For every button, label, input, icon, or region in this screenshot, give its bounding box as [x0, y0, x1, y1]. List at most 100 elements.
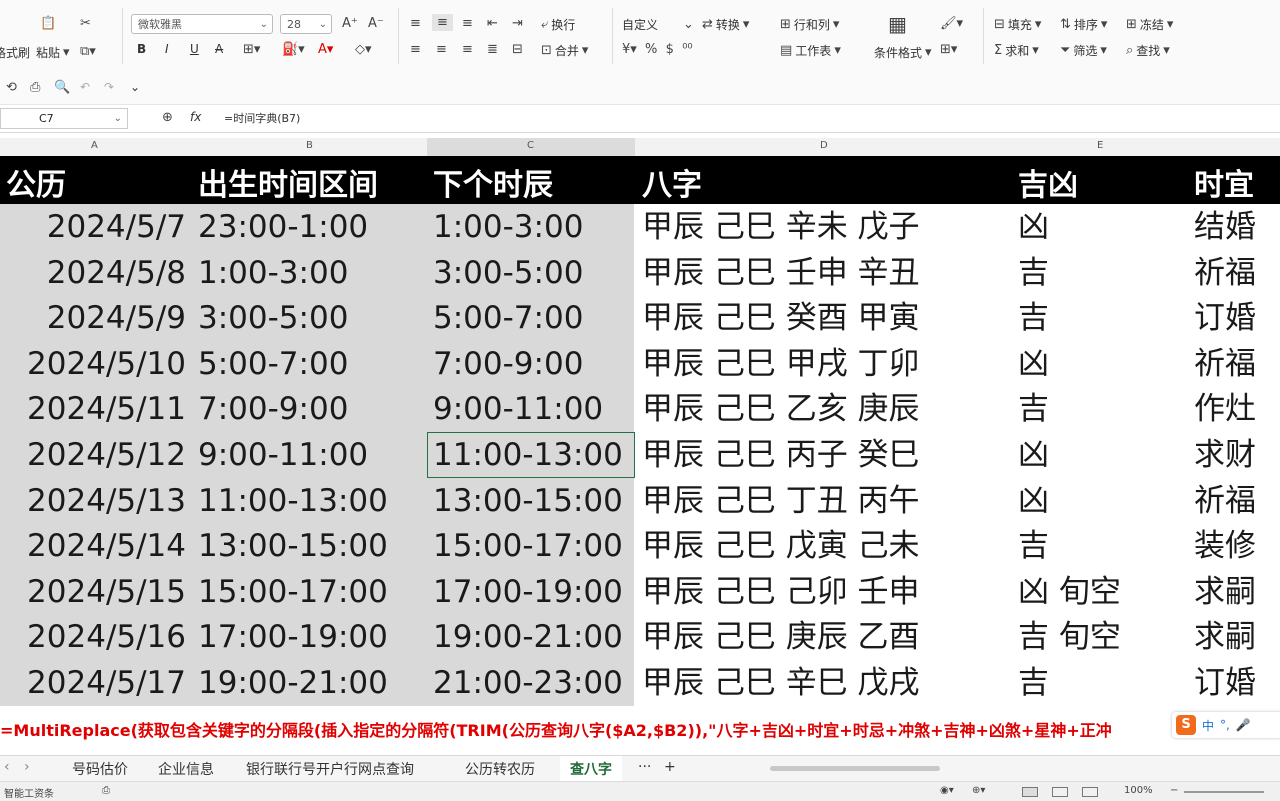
cell-time-range[interactable]: 13:00-15:00	[198, 523, 388, 569]
cell-time-range[interactable]: 3:00-5:00	[198, 295, 348, 341]
header-next-shichen[interactable]: 下个时辰	[433, 160, 553, 204]
copy-icon[interactable]: ⧉▾	[80, 44, 96, 59]
merge-button[interactable]: ⊡合并▾	[541, 42, 588, 59]
column-header-e[interactable]: E	[1097, 140, 1103, 151]
cell-style-button[interactable]: 🖌▾	[940, 16, 963, 31]
tab-lunar-convert[interactable]: 公历转农历	[465, 759, 535, 779]
increase-font-button[interactable]: A⁺	[342, 16, 358, 31]
strikethrough-button[interactable]: A	[215, 42, 223, 56]
freeze-button[interactable]: ⊞冻结▾	[1126, 16, 1173, 33]
cell-jixiong[interactable]: 吉	[1018, 295, 1049, 341]
cell-jixiong[interactable]: 凶	[1018, 204, 1049, 250]
cell-jixiong[interactable]: 凶	[1018, 341, 1049, 387]
cell-next-shichen[interactable]: 9:00-11:00	[433, 386, 603, 432]
ime-toolbar[interactable]: S 中 °, 🎤	[1172, 712, 1280, 738]
tab-scroll-left-icon[interactable]: ‹	[4, 759, 10, 775]
status-left-label[interactable]: 智能工资条	[4, 785, 54, 800]
worksheet-button[interactable]: ▤工作表▾	[780, 42, 841, 59]
cell-next-shichen[interactable]: 21:00-23:00	[433, 660, 623, 706]
align-middle-icon[interactable]: ≡	[432, 14, 453, 31]
indent-increase-icon[interactable]: ⇥	[512, 16, 523, 31]
zoom-slider[interactable]	[1184, 791, 1264, 793]
bold-button[interactable]: B	[137, 42, 146, 56]
header-shiyi[interactable]: 时宜	[1194, 160, 1254, 204]
header-bazi[interactable]: 八字	[642, 160, 702, 204]
underline-button[interactable]: U	[190, 42, 199, 56]
column-header-b[interactable]: B	[306, 140, 313, 151]
cell-jixiong[interactable]: 凶	[1018, 478, 1049, 524]
cell-time-range[interactable]: 5:00-7:00	[198, 341, 348, 387]
header-birth-range[interactable]: 出生时间区间	[198, 160, 378, 204]
paste-button[interactable]: 粘贴▾	[36, 44, 70, 61]
horizontal-scrollbar[interactable]	[770, 766, 940, 771]
cell-jixiong[interactable]: 吉	[1018, 523, 1049, 569]
justify-icon[interactable]: ≣	[487, 42, 498, 57]
cell-bazi[interactable]: 甲辰 己巳 己卯 壬申	[642, 569, 920, 615]
fill-button[interactable]: ⊟填充▾	[994, 16, 1041, 33]
cell-bazi[interactable]: 甲辰 己巳 甲戌 丁卯	[642, 341, 920, 387]
cell-date[interactable]: 2024/5/16	[27, 614, 186, 660]
cell-jixiong[interactable]: 凶 旬空	[1018, 569, 1121, 615]
column-header-c[interactable]: C	[527, 140, 534, 151]
cell-time-range[interactable]: 23:00-1:00	[198, 204, 368, 250]
cell-shiyi[interactable]: 求嗣	[1194, 569, 1256, 615]
convert-button[interactable]: ⇄转换▾	[702, 16, 749, 33]
cell-next-shichen[interactable]: 19:00-21:00	[433, 614, 623, 660]
redo-icon[interactable]: ↷	[104, 80, 114, 94]
cell-shiyi[interactable]: 祈福	[1194, 478, 1256, 524]
align-left-icon[interactable]: ≡	[410, 42, 421, 57]
align-top-icon[interactable]: ≡	[410, 16, 421, 31]
decrease-font-button[interactable]: A⁻	[368, 16, 384, 31]
add-sheet-icon[interactable]: +	[664, 759, 676, 775]
cell-next-shichen[interactable]: 5:00-7:00	[433, 295, 583, 341]
zoom-level[interactable]: 100%	[1124, 785, 1153, 796]
cell-shiyi[interactable]: 求财	[1194, 432, 1256, 478]
cell-next-shichen[interactable]: 13:00-15:00	[433, 478, 623, 524]
cell-date[interactable]: 2024/5/11	[27, 386, 186, 432]
conditional-format-button[interactable]: 条件格式▾	[874, 44, 932, 61]
align-center-icon[interactable]: ≡	[436, 42, 447, 57]
cell-shiyi[interactable]: 订婚	[1194, 660, 1256, 706]
cell-bazi[interactable]: 甲辰 己巳 丁丑 丙午	[642, 478, 920, 524]
font-size-select[interactable]: 28⌄	[280, 14, 332, 34]
header-jixiong[interactable]: 吉凶	[1018, 160, 1078, 204]
cell-time-range[interactable]: 19:00-21:00	[198, 660, 388, 706]
page-break-icon[interactable]	[1082, 787, 1098, 797]
format-painter-label[interactable]: 格式刷	[0, 44, 30, 61]
column-header-d[interactable]: D	[820, 140, 828, 151]
cell-date[interactable]: 2024/5/12	[27, 432, 186, 478]
font-name-select[interactable]: 微软雅黑⌄	[131, 14, 273, 34]
cell-shiyi[interactable]: 装修	[1194, 523, 1256, 569]
cell-time-range[interactable]: 11:00-13:00	[198, 478, 388, 524]
cell-bazi[interactable]: 甲辰 己巳 丙子 癸巳	[642, 432, 920, 478]
view-icon[interactable]: ⊕▾	[972, 785, 985, 796]
cell-shiyi[interactable]: 订婚	[1194, 295, 1256, 341]
active-cell-c7[interactable]	[427, 432, 635, 478]
cell-next-shichen[interactable]: 15:00-17:00	[433, 523, 623, 569]
tab-number-valuation[interactable]: 号码估价	[72, 759, 128, 779]
zoom-formula-icon[interactable]: ⊕	[162, 110, 173, 125]
wrap-text-button[interactable]: ⤶换行	[541, 16, 575, 33]
sum-button[interactable]: Σ求和▾	[994, 42, 1039, 59]
cell-bazi[interactable]: 甲辰 己巳 癸酉 甲寅	[642, 295, 920, 341]
cell-shiyi[interactable]: 祈福	[1194, 250, 1256, 296]
page-layout-icon[interactable]	[1052, 787, 1068, 797]
cell-bazi[interactable]: 甲辰 己巳 乙亥 庚辰	[642, 386, 920, 432]
cell-next-shichen[interactable]: 1:00-3:00	[433, 204, 583, 250]
cell-time-range[interactable]: 7:00-9:00	[198, 386, 348, 432]
formula-input[interactable]: =时间字典(B7)	[224, 110, 300, 126]
cell-jixiong[interactable]: 吉	[1018, 386, 1049, 432]
normal-view-icon[interactable]	[1022, 787, 1038, 797]
align-bottom-icon[interactable]: ≡	[462, 16, 473, 31]
number-style-buttons[interactable]: ¥▾ % $ ⁰⁰	[622, 42, 693, 57]
cell-next-shichen[interactable]: 17:00-19:00	[433, 569, 623, 615]
cell-date[interactable]: 2024/5/13	[27, 478, 186, 524]
undo-icon[interactable]: ↶	[80, 80, 90, 94]
cell-date[interactable]: 2024/5/15	[27, 569, 186, 615]
paste-icon[interactable]: 📋	[40, 16, 56, 31]
distribute-icon[interactable]: ⊟	[512, 42, 523, 57]
cell-date[interactable]: 2024/5/17	[27, 660, 186, 706]
print-icon[interactable]: ⎙	[30, 80, 40, 95]
cell-bazi[interactable]: 甲辰 己巳 壬申 辛丑	[642, 250, 920, 296]
column-header-a[interactable]: A	[91, 140, 98, 151]
